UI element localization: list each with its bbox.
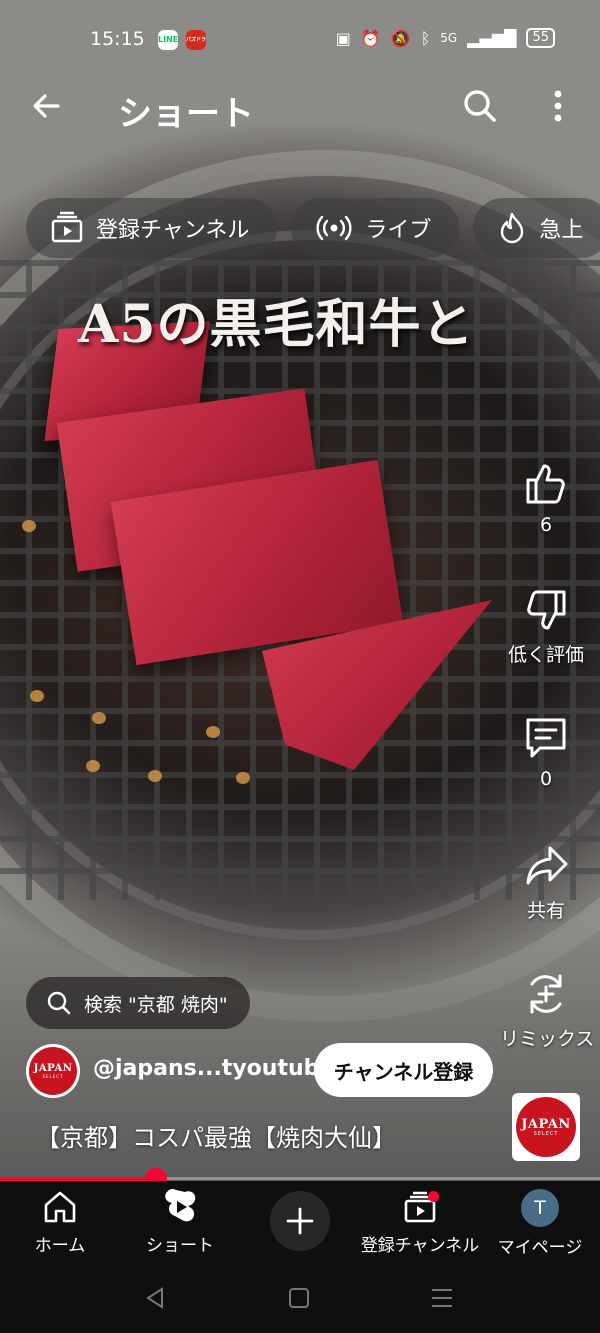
ember <box>236 772 250 784</box>
page-title: ショート <box>118 94 254 134</box>
comments-button[interactable]: 0 <box>500 714 592 790</box>
top-app-bar: ショート <box>0 80 600 134</box>
comment-icon <box>526 718 566 758</box>
nav-label: マイページ <box>497 1238 583 1258</box>
sound-thumbnail[interactable]: JAPAN SELECT <box>512 1093 580 1161</box>
mute-icon: 🔕 <box>390 28 411 48</box>
logo-text: JAPAN <box>521 1116 571 1132</box>
sound-logo: JAPAN SELECT <box>516 1097 576 1157</box>
live-icon <box>316 215 352 241</box>
dislike-button[interactable]: 低く評価 <box>500 586 592 667</box>
channel-handle[interactable]: @japans...tyoutube <box>93 1056 334 1081</box>
bottom-navigation: ホーム ショート 登録チャンネル T マイページ <box>0 1181 600 1265</box>
signal-icon: ▂▄▆█ <box>467 28 517 48</box>
share-button[interactable]: 共有 <box>500 842 592 923</box>
system-back-icon[interactable] <box>142 1285 168 1311</box>
chip-subscriptions[interactable]: 登録チャンネル <box>26 198 278 258</box>
nav-shorts[interactable]: ショート <box>120 1189 240 1256</box>
chip-label: 急上 <box>539 218 584 243</box>
share-label: 共有 <box>526 900 565 922</box>
video-caption: A5の黒毛和牛と <box>78 294 475 355</box>
status-time: 15:15 <box>90 28 145 50</box>
like-button[interactable]: 6 <box>500 460 592 536</box>
nav-label: ショート <box>146 1236 214 1256</box>
nav-label: ホーム <box>34 1236 86 1256</box>
nfc-icon: ▣ <box>335 28 351 48</box>
dislike-label: 低く評価 <box>507 644 584 666</box>
search-icon[interactable] <box>460 86 500 126</box>
shorts-icon <box>165 1189 196 1222</box>
search-suggestion[interactable]: 検索 "京都 焼肉" <box>26 977 250 1029</box>
nav-subscriptions[interactable]: 登録チャンネル <box>360 1189 480 1256</box>
more-options-icon[interactable] <box>548 88 568 124</box>
like-count: 6 <box>539 514 553 536</box>
filter-chips: 登録チャンネル ライブ 急上 <box>26 198 600 258</box>
remix-label: リミックス <box>500 1028 595 1050</box>
system-menu-icon[interactable] <box>430 1286 454 1310</box>
network-label: 5G <box>440 31 458 45</box>
nav-home[interactable]: ホーム <box>0 1189 120 1256</box>
subscriptions-icon <box>51 211 83 243</box>
remix-icon <box>530 974 562 1014</box>
ember <box>92 712 106 724</box>
status-bar: 15:15 LINE パズドラ ▣ ⏰ 🔕 ᛒ 5G ▂▄▆█ 55 <box>0 22 600 58</box>
ember <box>86 760 100 772</box>
bluetooth-icon: ᛒ <box>420 28 431 48</box>
nav-my-page[interactable]: T マイページ <box>480 1189 600 1258</box>
status-icons: ▣ ⏰ 🔕 ᛒ 5G ▂▄▆█ 55 <box>336 28 555 48</box>
video-title[interactable]: 【京都】コスパ最強【焼肉大仙】 <box>36 1118 396 1153</box>
ember <box>22 520 36 532</box>
chip-label: 登録チャンネル <box>96 218 250 243</box>
search-suggestion-text: 検索 "京都 焼肉" <box>84 993 228 1016</box>
chip-trending[interactable]: 急上 <box>473 198 600 258</box>
search-icon <box>47 991 71 1015</box>
logo-sub: SELECT <box>533 1130 559 1137</box>
battery-indicator: 55 <box>526 28 555 48</box>
create-button[interactable] <box>270 1191 330 1251</box>
ember <box>30 690 44 702</box>
home-icon <box>44 1191 76 1223</box>
chip-label: ライブ <box>365 218 432 243</box>
system-home-icon[interactable] <box>287 1286 311 1310</box>
trending-icon <box>501 212 524 244</box>
remix-button[interactable]: リミックス <box>500 970 595 1051</box>
system-navigation-bar <box>0 1265 600 1333</box>
back-arrow-icon[interactable] <box>28 88 64 124</box>
comment-count: 0 <box>539 768 553 790</box>
thumbs-up-icon <box>526 464 565 504</box>
plus-icon <box>286 1207 314 1235</box>
puzzle-app-badge: パズドラ <box>186 30 206 50</box>
alarm-icon: ⏰ <box>360 28 381 48</box>
subscribe-button[interactable]: チャンネル登録 <box>314 1043 493 1097</box>
chip-live[interactable]: ライブ <box>291 198 460 258</box>
logo-text: JAPAN <box>33 1062 73 1074</box>
notification-dot <box>428 1191 439 1202</box>
channel-logo: JAPAN SELECT <box>29 1047 77 1095</box>
thumbs-down-icon <box>527 590 566 630</box>
logo-sub: SELECT <box>42 1073 64 1079</box>
channel-avatar[interactable]: JAPAN SELECT <box>26 1044 80 1098</box>
line-app-badge: LINE <box>158 30 178 50</box>
share-icon <box>526 846 568 885</box>
ember <box>206 726 220 738</box>
nav-label: 登録チャンネル <box>360 1236 480 1256</box>
avatar: T <box>521 1189 559 1227</box>
ember <box>148 770 162 782</box>
